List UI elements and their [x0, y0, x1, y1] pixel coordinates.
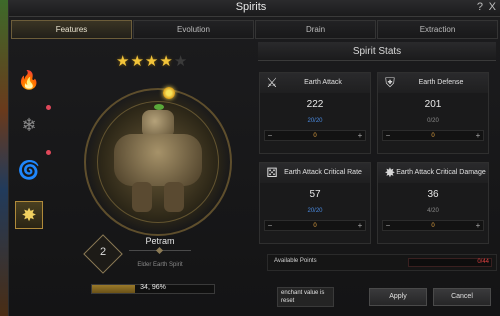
stat-value: 57 [309, 189, 321, 200]
available-points-row: Available Points 0/44 [267, 254, 497, 271]
enchant-stepper: − 0 + [382, 130, 484, 141]
stat-label: Earth Attack Critical Damage [396, 169, 486, 176]
stat-value: 222 [306, 99, 324, 110]
enchant-stepper: − 0 + [264, 130, 366, 141]
stat-value: 36 [427, 189, 439, 200]
stat-card-crit-damage: ✸ Earth Attack Critical Damage 36 4/20 −… [377, 162, 489, 244]
tab-features[interactable]: Features [11, 20, 132, 39]
stat-label: Earth Attack Critical Rate [284, 169, 362, 176]
apply-button[interactable]: Apply [369, 288, 427, 306]
tab-drain[interactable]: Drain [255, 20, 376, 39]
window-title: Spirits [235, 1, 267, 13]
spirits-window: Spirits ? X Features Evolution Drain Ext… [8, 0, 500, 316]
leaf-icon [154, 104, 164, 110]
notification-dot [46, 150, 51, 155]
title-bar[interactable]: Spirits ? X [9, 0, 500, 17]
decrement-button[interactable]: − [383, 221, 393, 230]
decrement-button[interactable]: − [383, 131, 393, 140]
cancel-button[interactable]: Cancel [433, 288, 491, 306]
spirit-subtitle: Elder Earth Spirit [137, 262, 183, 268]
stat-label: Earth Defense [418, 79, 464, 86]
stat-card-earth-attack: ⚔ Earth Attack 222 20/20 − 0 + [259, 72, 371, 154]
earth-icon: ✸ [21, 204, 37, 225]
sidebar-item-water[interactable]: ❄ [15, 105, 51, 139]
increment-button[interactable]: + [473, 221, 483, 230]
tab-evolution[interactable]: Evolution [133, 20, 254, 39]
spirit-type-sidebar: 🔥 ❄ 🌀 ✸ [15, 66, 51, 246]
star-filled-icon: ★ [130, 53, 144, 70]
available-points-value: 0/44 [477, 259, 489, 265]
increment-button[interactable]: + [355, 221, 365, 230]
star-rating: ★ ★ ★ ★ ★ [116, 54, 187, 70]
sidebar-item-fire[interactable]: 🔥 [15, 66, 43, 94]
available-points-label: Available Points [274, 258, 317, 264]
notification-dot [46, 105, 51, 110]
reset-note[interactable]: enchant value is reset [277, 287, 334, 307]
background-edge [0, 0, 8, 316]
available-points-bar: 0/44 [408, 258, 492, 267]
stat-count: 0/20 [427, 118, 439, 124]
spirit-level: 2 [99, 246, 107, 258]
enchant-stepper: − 0 + [264, 220, 366, 231]
star-empty-icon: ★ [173, 53, 188, 70]
stat-label: Earth Attack [304, 79, 342, 86]
star-filled-icon: ★ [116, 53, 130, 70]
enchant-stepper: − 0 + [382, 220, 484, 231]
tab-extraction[interactable]: Extraction [377, 20, 498, 39]
enchant-value: 0 [431, 132, 435, 139]
stat-count: 20/20 [307, 118, 323, 124]
enchant-value: 0 [313, 132, 317, 139]
increment-button[interactable]: + [355, 131, 365, 140]
stat-value: 201 [424, 99, 442, 110]
stat-card-crit-rate: ⚄ Earth Attack Critical Rate 57 20/20 − … [259, 162, 371, 244]
enchant-value: 0 [431, 222, 435, 229]
earth-golem-image [114, 110, 202, 214]
wind-icon: 🌀 [17, 159, 41, 180]
experience-bar: 34, 96% [91, 284, 215, 294]
sidebar-item-wind[interactable]: 🌀 [15, 150, 51, 184]
close-button[interactable]: X [489, 1, 496, 13]
decrement-button[interactable]: − [265, 221, 275, 230]
flower-icon [163, 87, 175, 99]
enchant-value: 0 [313, 222, 317, 229]
help-button[interactable]: ? [477, 1, 483, 13]
decrement-button[interactable]: − [265, 131, 275, 140]
fire-icon: 🔥 [17, 69, 41, 90]
star-filled-icon: ★ [144, 53, 159, 70]
sidebar-item-earth[interactable]: ✸ [15, 201, 43, 229]
stats-title: Spirit Stats [258, 42, 496, 61]
increment-button[interactable]: + [473, 131, 483, 140]
star-filled-icon: ★ [159, 53, 173, 70]
spirit-name: Petram [145, 236, 175, 246]
experience-text: 34, 96% [140, 284, 166, 291]
stat-count: 4/20 [427, 208, 439, 214]
stat-count: 20/20 [307, 208, 323, 214]
stat-card-earth-defense: ⛨ Earth Defense 201 0/20 − 0 + [377, 72, 489, 154]
tab-bar: Features Evolution Drain Extraction [11, 20, 499, 39]
snowflake-icon: ❄ [21, 114, 37, 135]
